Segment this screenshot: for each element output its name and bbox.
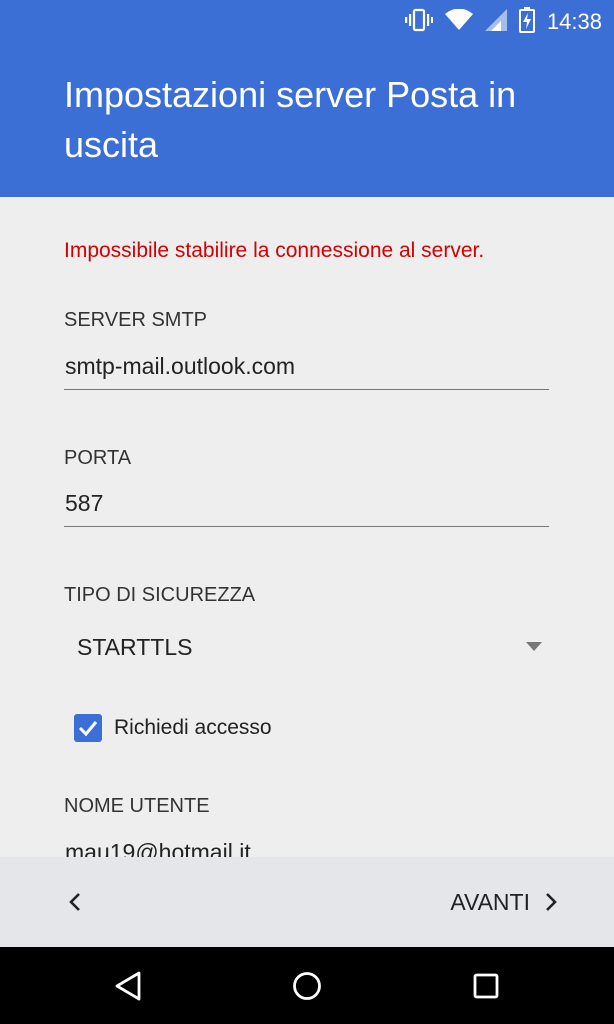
back-button[interactable] <box>55 882 95 922</box>
connection-error-message: Impossibile stabilire la connessione al … <box>64 239 485 262</box>
smtp-server-input[interactable] <box>64 343 549 390</box>
next-button[interactable]: AVANTI <box>450 879 560 925</box>
next-button-label: AVANTI <box>450 888 530 915</box>
port-label: PORTA <box>64 447 132 469</box>
back-triangle-icon <box>115 971 141 1001</box>
username-label: NOME UTENTE <box>64 795 210 817</box>
checkmark-icon <box>78 721 98 737</box>
smtp-server-label: SERVER SMTP <box>64 309 207 331</box>
security-type-label: TIPO DI SICUREZZA <box>64 584 256 606</box>
app-header: 14:38 Impostazioni server Posta in uscit… <box>0 0 614 197</box>
form-content: Impossibile stabilire la connessione al … <box>0 197 614 857</box>
page-title: Impostazioni server Posta in uscita <box>64 74 517 165</box>
require-login-label: Richiedi accesso <box>114 716 272 739</box>
recents-square-icon <box>473 973 499 999</box>
chevron-left-icon <box>69 893 80 911</box>
require-login-row[interactable]: Richiedi accesso <box>74 712 272 744</box>
bottom-action-bar: AVANTI <box>0 857 614 947</box>
wifi-icon <box>444 8 473 36</box>
home-circle-icon <box>293 972 321 1000</box>
security-type-value: STARTTLS <box>77 633 193 660</box>
nav-back-button[interactable] <box>105 963 151 1009</box>
security-type-select[interactable]: STARTTLS <box>64 623 548 671</box>
require-login-checkbox[interactable] <box>74 714 102 742</box>
dropdown-arrow-icon <box>526 642 542 651</box>
vibrate-icon <box>404 7 434 38</box>
port-input[interactable] <box>64 480 549 527</box>
chevron-right-icon <box>546 893 557 911</box>
status-icons: 14:38 <box>404 6 602 38</box>
nav-recents-button[interactable] <box>463 963 509 1009</box>
battery-charging-icon <box>518 6 535 38</box>
signal-icon <box>484 8 507 36</box>
system-navigation-bar <box>0 947 614 1024</box>
username-input[interactable] <box>64 829 549 857</box>
status-bar: 14:38 <box>0 0 614 44</box>
nav-home-button[interactable] <box>284 963 330 1009</box>
status-time: 14:38 <box>546 9 602 34</box>
